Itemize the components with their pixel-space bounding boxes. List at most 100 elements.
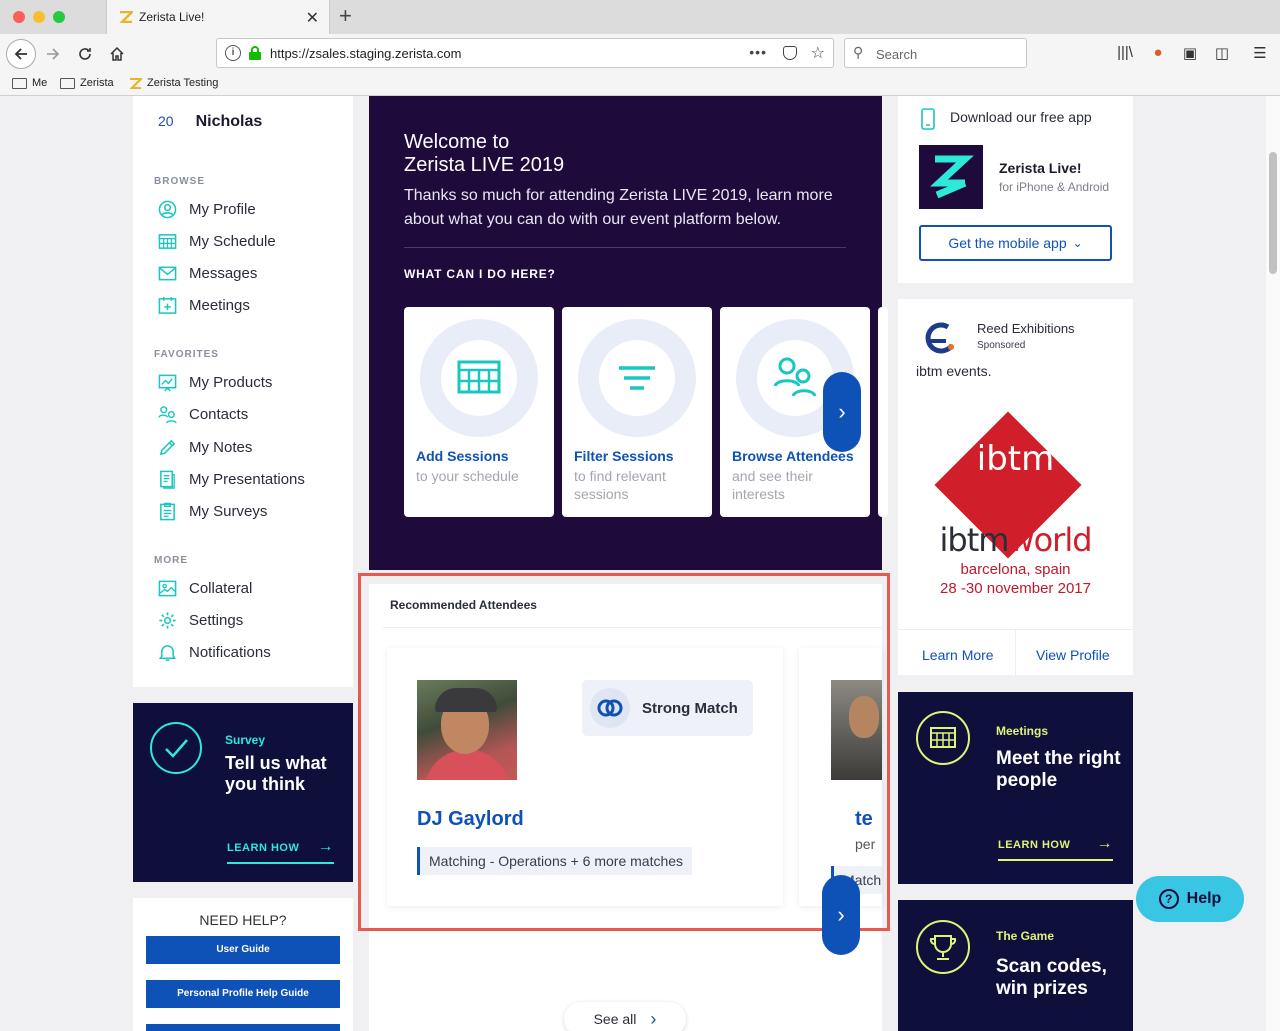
attendee-card-next-partial[interactable]: te per Match — [799, 648, 882, 906]
game-promo-card[interactable]: The Game Scan codes, win prizes — [898, 900, 1133, 1031]
tab-title: Zerista Live! — [139, 10, 205, 24]
bookmark-star-icon[interactable]: ☆ — [811, 43, 825, 63]
contacts-icon — [158, 406, 177, 424]
matching-tag[interactable]: Matching - Operations + 6 more matches — [417, 847, 693, 875]
sidebar-item-my-products[interactable]: My Products — [158, 373, 272, 392]
sidebar-item-my-notes[interactable]: My Notes — [158, 438, 252, 457]
hero-divider — [404, 247, 846, 248]
need-help-box: NEED HELP? User Guide Personal Profile H… — [133, 898, 353, 1031]
bookmarks-bar: Me Zerista Zerista Testing — [0, 74, 1280, 96]
app-platforms: for iPhone & Android — [999, 180, 1110, 194]
sidebar-item-my-surveys[interactable]: My Surveys — [158, 502, 267, 521]
feature-title: Filter Sessions — [574, 448, 674, 464]
sponsor-name[interactable]: Reed Exhibitions — [977, 321, 1075, 336]
tab-close-icon[interactable]: ✕ — [306, 8, 319, 28]
sidebar-item-my-schedule[interactable]: My Schedule — [158, 232, 276, 251]
survey-card[interactable]: Survey Tell us what you think LEARN HOW … — [133, 703, 353, 882]
attendee-photo[interactable] — [417, 680, 517, 780]
feature-card-add-sessions[interactable]: Add Sessions to your schedule — [404, 307, 554, 517]
sidebar-item-contacts[interactable]: Contacts — [158, 405, 248, 424]
user-header[interactable]: 20 Nicholas — [158, 113, 262, 131]
sidebar-item-my-profile[interactable]: My Profile — [158, 200, 256, 219]
sidebar-item-my-presentations[interactable]: My Presentations — [158, 470, 305, 489]
scrollbar-thumb[interactable] — [1269, 152, 1277, 274]
recommended-title: Recommended Attendees — [390, 598, 537, 612]
attendee-name[interactable]: DJ Gaylord — [417, 808, 524, 831]
attendees-next-button[interactable]: › — [822, 875, 860, 955]
zoom-window-button[interactable] — [53, 11, 65, 23]
profile-help-guide-button[interactable]: Personal Profile Help Guide — [146, 980, 340, 1008]
help-guide-button-partial[interactable] — [146, 1024, 340, 1031]
ad-city: barcelona, spain — [960, 561, 1071, 578]
welcome-hero: Welcome to Zerista LIVE 2019 Thanks so m… — [369, 96, 888, 570]
attendee-name-partial[interactable]: te — [855, 808, 873, 831]
sidebar-item-meetings[interactable]: Meetings — [158, 296, 250, 315]
need-help-title: NEED HELP? — [199, 912, 287, 928]
reload-button[interactable] — [70, 39, 100, 69]
bookmark-me[interactable]: Me — [12, 77, 47, 89]
help-floating-button[interactable]: ? Help — [1136, 876, 1244, 922]
site-info-icon[interactable]: i — [225, 45, 241, 61]
browse-section-header: BROWSE — [154, 176, 205, 187]
more-section-header: MORE — [154, 555, 188, 566]
sidebar-toggle-icon[interactable]: ◫ — [1213, 44, 1231, 62]
see-all-button[interactable]: See all › — [564, 1002, 686, 1031]
forward-button[interactable] — [38, 39, 68, 69]
attendee-photo[interactable] — [831, 680, 882, 780]
attendee-card[interactable]: Strong Match DJ Gaylord Matching - Opera… — [387, 648, 783, 906]
features-next-button[interactable]: › — [823, 372, 861, 452]
feature-card-filter-sessions[interactable]: Filter Sessions to find relevant session… — [562, 307, 712, 517]
match-rings-icon — [590, 688, 630, 728]
pocket-icon[interactable] — [783, 46, 797, 60]
browser-tab[interactable]: Zerista Live! ✕ — [106, 0, 330, 34]
meetings-label: Meetings — [996, 724, 1049, 738]
home-icon — [110, 46, 124, 61]
view-profile-link[interactable]: View Profile — [1036, 647, 1110, 663]
hero-body: Thanks so much for attending Zerista LIV… — [404, 187, 833, 228]
match-label: Strong Match — [642, 700, 738, 717]
hero-title: Welcome to Zerista LIVE 2019 — [404, 131, 565, 176]
bookmark-zerista-testing[interactable]: Zerista Testing — [129, 77, 218, 89]
search-placeholder: Search — [876, 47, 918, 62]
app-name: Zerista Live! — [999, 160, 1082, 176]
extension-password-icon[interactable]: ▣ — [1181, 44, 1199, 62]
new-tab-button[interactable]: + — [339, 3, 352, 29]
arrow-right-icon: → — [1096, 835, 1113, 852]
sidebar-item-settings[interactable]: Settings — [158, 611, 243, 630]
folder-icon — [12, 77, 27, 89]
feature-subtitle: and see their interests — [732, 468, 813, 502]
menu-icon[interactable]: ☰ — [1251, 44, 1269, 62]
page-content: 20 Nicholas BROWSE My Profile My Schedul… — [0, 96, 1266, 1031]
search-icon: ⚲ — [853, 44, 864, 60]
back-button[interactable] — [6, 39, 36, 69]
survey-learn-how-link[interactable]: LEARN HOW → — [227, 838, 334, 864]
get-mobile-app-button[interactable]: Get the mobile app ⌄ — [919, 225, 1112, 261]
user-guide-button[interactable]: User Guide — [146, 936, 340, 964]
learn-more-link[interactable]: Learn More — [922, 647, 994, 663]
user-circle-icon — [158, 200, 177, 219]
feature-card-next-partial[interactable] — [878, 307, 888, 517]
hero-question: WHAT CAN I DO HERE? — [404, 267, 556, 281]
bookmark-zerista[interactable]: Zerista — [60, 77, 114, 89]
url-text: https://zsales.staging.zerista.com — [270, 46, 462, 61]
minimize-window-button[interactable] — [33, 11, 45, 23]
extension-fox-icon[interactable]: ● — [1149, 44, 1167, 62]
home-button[interactable] — [102, 39, 132, 69]
survey-heading: Tell us what you think — [225, 753, 327, 794]
chevron-right-icon: › — [650, 1008, 657, 1029]
close-window-button[interactable] — [13, 11, 25, 23]
product-icon — [158, 374, 177, 392]
url-bar[interactable]: i https://zsales.staging.zerista.com •••… — [216, 38, 834, 68]
sidebar-item-notifications[interactable]: Notifications — [158, 643, 271, 662]
sidebar-item-collateral[interactable]: Collateral — [158, 579, 252, 598]
page-scrollbar[interactable] — [1266, 96, 1280, 1031]
arrow-left-icon — [14, 48, 27, 60]
sidebar-item-messages[interactable]: Messages — [158, 264, 257, 283]
page-actions-icon[interactable]: ••• — [749, 44, 767, 60]
search-bar[interactable]: ⚲ Search — [844, 38, 1027, 68]
library-icon[interactable]: |||\ — [1116, 44, 1134, 62]
meetings-learn-how-link[interactable]: LEARN HOW → — [998, 835, 1113, 861]
survey-label: Survey — [225, 733, 266, 747]
ad-description: ibtm events. — [916, 363, 992, 379]
meetings-promo-card[interactable]: Meetings Meet the right people LEARN HOW… — [898, 692, 1133, 884]
